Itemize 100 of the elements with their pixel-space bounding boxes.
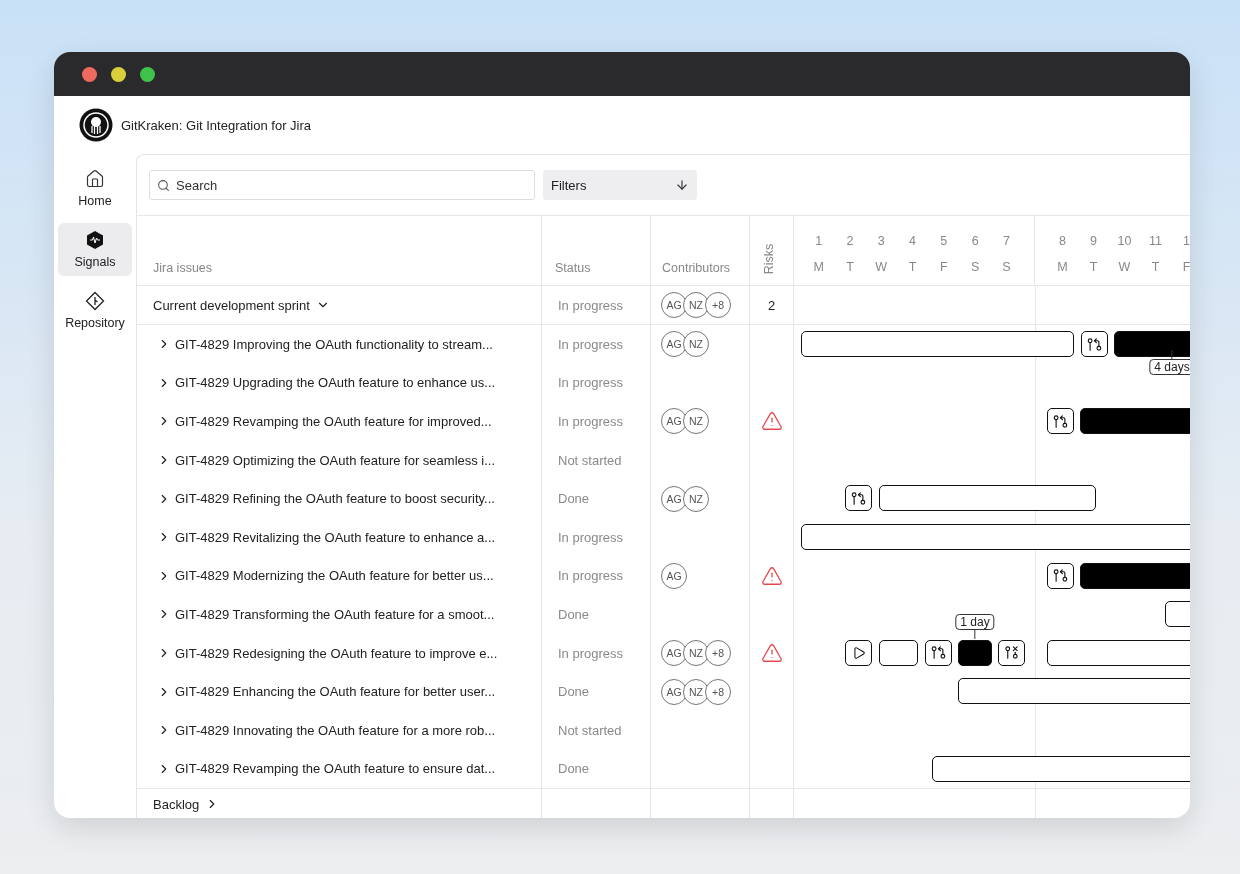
column-header: Status [555,261,591,275]
duration-label: 4 days [1149,359,1190,375]
column-header: Risks [762,243,777,275]
status-text: In progress [558,297,624,313]
pull-request-closed-icon [1004,645,1019,661]
issue-title[interactable]: GIT-4829 Innovating the OAuth feature for a more rob... [157,722,496,738]
contributor-avatar: NZ [683,678,709,705]
pull-request-marker[interactable] [845,485,872,512]
issue-title[interactable]: GIT-4829 Optimizing the OAuth feature for seamless i... [157,452,496,468]
issue-title[interactable]: GIT-4829 Modernizing the OAuth feature for better us... [157,568,494,584]
sidebar-item[interactable]: Home [58,162,132,215]
column-header: Contributors [662,261,731,275]
logo-icon [79,108,113,142]
app-title: GitKraken: Git Integration for Jira [121,117,312,133]
sprint-group-toggle[interactable]: Current development sprint [153,297,330,313]
day-number: 3 [877,234,885,248]
contributor-avatar: NZ [683,331,709,358]
day-number: 4 [909,234,916,248]
weekday-label: T [1151,260,1160,274]
pull-request-marker[interactable] [1047,408,1074,435]
pull-request-marker[interactable] [1047,562,1074,589]
status-text: In progress [558,414,624,429]
issue-title[interactable]: GIT-4829 Refining the OAuth feature to boost security... [157,491,495,507]
search-field[interactable]: Search [149,170,535,200]
contributor-avatar: AG [661,292,687,318]
contributor-avatar: AG [661,408,687,435]
status-text: Not started [558,722,622,738]
weekday-label: W [1118,260,1131,274]
minimize-button[interactable] [111,66,126,82]
maximize-button[interactable] [140,66,155,82]
contributor-avatar: AG [661,485,687,512]
sidebar-item[interactable]: Repository [58,284,132,337]
pull-request-icon [1053,413,1068,429]
issue-title[interactable]: GIT-4829 Redesigning the OAuth feature to improve e... [157,645,498,661]
day-number: 1 [815,234,823,248]
pull-request-marker[interactable] [925,639,952,666]
home-icon [85,169,105,189]
filters-button[interactable]: Filters [543,170,697,200]
sidebar-item[interactable]: Signals [58,223,132,276]
pull-request-icon [1053,568,1068,584]
weekday-label: M [813,260,824,274]
weekday-label: W [875,260,888,274]
issue-title[interactable]: GIT-4829 Enhancing the OAuth feature for better user... [157,684,496,700]
status-text: Done [558,684,590,700]
signals-icon [85,230,105,250]
day-number: 1 [1183,234,1190,248]
weekday-label: T [846,260,854,274]
backlog-group-toggle[interactable]: Backlog [153,796,220,812]
close-button[interactable] [82,66,97,82]
weekday-label: T [908,260,917,274]
status-text: In progress [558,568,624,584]
issue-title[interactable]: GIT-4829 Revamping the OAuth feature for improved... [157,414,492,429]
contributor-avatar: NZ [683,640,709,667]
day-number: 5 [940,234,948,248]
status-text: In progress [558,336,624,352]
weekday-label: T [1089,260,1098,274]
issue-title[interactable]: GIT-4829 Improving the OAuth functionality to stream... [157,336,493,352]
status-text: Done [558,761,590,777]
contributor-avatar: AG [661,562,687,589]
day-number: 6 [971,234,979,248]
weekday-label: F [1182,260,1190,274]
day-number: 2 [846,234,854,248]
pull-request-marker[interactable] [1081,331,1108,357]
status-text: In progress [558,529,624,545]
play-marker[interactable] [845,639,872,666]
contributor-avatar: +8 [705,292,731,318]
contributor-avatar: +8 [705,640,731,667]
day-number: 7 [1002,234,1010,248]
search-icon [157,179,170,192]
contributor-avatar: NZ [683,408,709,435]
pull-request-icon [931,645,946,661]
weekday-label: S [1002,260,1011,274]
weekday-label: S [970,260,980,274]
contributor-avatar: AG [661,640,687,667]
issue-title[interactable]: GIT-4829 Transforming the OAuth feature for a smoot... [157,606,495,622]
duration-label: 1 day [955,613,995,630]
status-text: In progress [558,645,624,661]
status-text: In progress [558,375,624,391]
day-number: 9 [1090,234,1097,248]
day-number: 8 [1059,234,1066,248]
day-number: 11 [1149,234,1162,248]
issue-title[interactable]: GIT-4829 Revitalizing the OAuth feature to enhance a... [157,529,496,545]
weekday-label: M [1057,260,1068,274]
status-text: Done [558,606,590,622]
contributor-avatar: AG [661,678,687,705]
column-header: Jira issues [153,261,213,275]
pull-request-icon [1087,336,1102,352]
contributor-avatar: +8 [705,678,731,705]
play-icon [851,645,866,660]
issue-title[interactable]: GIT-4829 Upgrading the OAuth feature to enhance us... [157,375,496,391]
contributor-avatar: NZ [683,485,709,512]
day-number: 10 [1117,234,1132,248]
status-text: Not started [558,452,622,468]
contributor-avatar: NZ [683,292,709,318]
pull-request-closed-marker[interactable] [998,639,1025,666]
status-text: Done [558,491,590,507]
contributor-avatar: AG [661,331,687,358]
repository-icon [85,291,105,311]
issue-title[interactable]: GIT-4829 Revamping the OAuth feature to ensure dat... [157,761,496,777]
risk-count: 2 [767,297,776,313]
